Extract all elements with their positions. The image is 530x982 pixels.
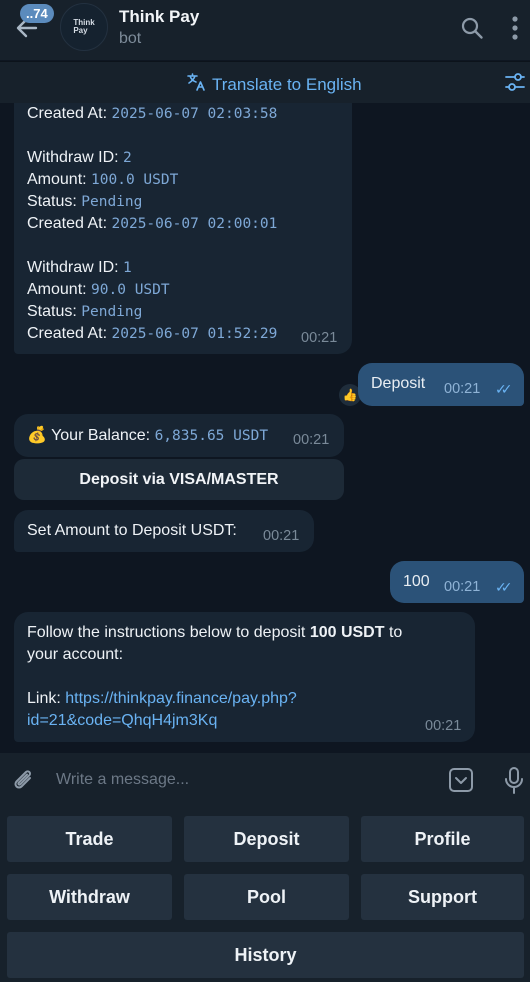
link-label: Link: xyxy=(27,690,66,707)
status-value: Pending xyxy=(81,304,143,320)
keyboard-button-deposit[interactable]: Deposit xyxy=(184,816,349,862)
withdraw-list-message: Created At: 2025-06-07 02:03:58 Withdraw… xyxy=(14,103,352,354)
outgoing-message: Deposit 00:21 ✓✓ xyxy=(358,363,524,406)
balance-message: 💰 Your Balance: 6,835.65 USDT 00:21 xyxy=(14,414,344,457)
withdraw-id-label: Withdraw ID: xyxy=(27,149,119,166)
translate-bar: Translate to English xyxy=(0,61,530,103)
deposit-amount: 100 USDT xyxy=(309,624,385,641)
paperclip-icon[interactable] xyxy=(10,767,38,795)
created-at-value: 2025-06-07 02:03:58 xyxy=(111,106,278,122)
bot-avatar[interactable]: Think Pay xyxy=(60,3,108,51)
keyboard-button-support[interactable]: Support xyxy=(361,874,524,920)
message-time: 00:21 xyxy=(263,528,300,544)
created-at-value: 2025-06-07 01:52:29 xyxy=(111,326,278,342)
message-time: 00:21 xyxy=(444,381,481,397)
message-time: 00:21 xyxy=(444,579,481,595)
avatar-logo-text-2: Pay xyxy=(73,26,88,35)
translate-icon xyxy=(186,72,206,97)
message-time: 00:21 xyxy=(425,718,462,734)
amount-value: 100.0 USDT xyxy=(91,172,179,188)
deposit-visa-master-button[interactable]: Deposit via VISA/MASTER xyxy=(14,459,344,500)
created-at-label: Created At: xyxy=(27,325,108,342)
message-text: 100 xyxy=(403,573,430,590)
status-label: Status: xyxy=(27,193,77,210)
chat-title[interactable]: Think Pay xyxy=(119,7,199,27)
translate-settings-icon[interactable] xyxy=(504,71,526,93)
message-text: Deposit xyxy=(371,375,426,392)
message-input[interactable]: Write a message... xyxy=(56,771,189,789)
instructions-text-2: your account: xyxy=(27,646,124,663)
balance-value: 6,835.65 USDT xyxy=(154,428,269,444)
status-label: Status: xyxy=(27,303,77,320)
read-check-icon: ✓✓ xyxy=(495,579,513,595)
message-composer: Write a message... xyxy=(0,753,530,809)
money-bag-icon: 💰 xyxy=(27,427,47,444)
instructions-text-end: to xyxy=(384,624,403,641)
message-text: Set Amount to Deposit USDT: xyxy=(27,522,237,539)
message-time: 00:21 xyxy=(301,330,338,346)
payment-link-continued[interactable]: id=21&code=QhqH4jm3Kq xyxy=(27,712,217,730)
message-list[interactable]: Created At: 2025-06-07 02:03:58 Withdraw… xyxy=(0,103,530,753)
search-icon[interactable] xyxy=(460,16,484,40)
amount-label: Amount: xyxy=(27,171,87,188)
message-time: 00:21 xyxy=(293,432,330,448)
created-at-label: Created At: xyxy=(27,215,108,232)
keyboard-button-withdraw[interactable]: Withdraw xyxy=(7,874,172,920)
chat-subtitle: bot xyxy=(119,30,142,47)
more-vertical-icon[interactable] xyxy=(505,14,525,42)
outgoing-message: 100 00:21 ✓✓ xyxy=(390,561,524,603)
unread-count-badge: ..74 xyxy=(20,4,54,23)
withdraw-id-label: Withdraw ID: xyxy=(27,259,119,276)
keyboard-button-profile[interactable]: Profile xyxy=(361,816,524,862)
keyboard-button-pool[interactable]: Pool xyxy=(184,874,349,920)
withdraw-id-value: 2 xyxy=(123,150,132,166)
payment-link[interactable]: https://thinkpay.finance/pay.php? xyxy=(65,690,297,707)
translate-label: Translate to English xyxy=(212,74,362,94)
keyboard-button-history[interactable]: History xyxy=(7,932,524,978)
microphone-icon[interactable] xyxy=(503,766,525,796)
read-check-icon: ✓✓ xyxy=(495,381,513,397)
instructions-text: Follow the instructions below to deposit xyxy=(27,624,310,641)
bot-reply-keyboard: Trade Deposit Profile Withdraw Pool Supp… xyxy=(0,809,530,982)
created-at-value: 2025-06-07 02:00:01 xyxy=(111,216,278,232)
translate-button[interactable]: Translate to English xyxy=(186,72,362,97)
created-at-label: Created At: xyxy=(27,105,108,122)
bot-keyboard-icon[interactable] xyxy=(448,767,474,793)
instructions-message: Follow the instructions below to deposit… xyxy=(14,612,475,742)
status-value: Pending xyxy=(81,194,143,210)
keyboard-button-trade[interactable]: Trade xyxy=(7,816,172,862)
withdraw-id-value: 1 xyxy=(123,260,132,276)
balance-label: Your Balance: xyxy=(51,427,151,444)
set-amount-message: Set Amount to Deposit USDT: 00:21 xyxy=(14,510,314,552)
chat-header: ..74 Think Pay Think Pay bot xyxy=(0,0,530,60)
amount-label: Amount: xyxy=(27,281,87,298)
amount-value: 90.0 USDT xyxy=(91,282,170,298)
